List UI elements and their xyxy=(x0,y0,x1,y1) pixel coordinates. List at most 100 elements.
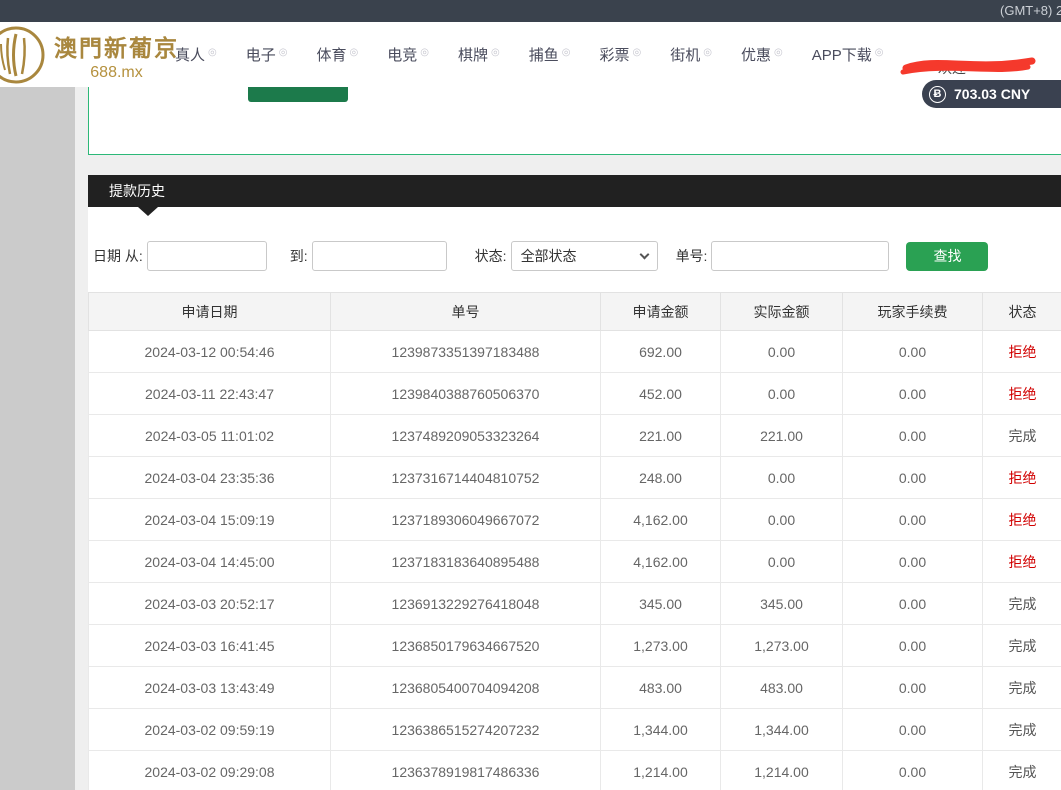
cell-apply-date: 2024-03-12 00:54:46 xyxy=(89,331,331,373)
cell-order-number: 1236378919817486336 xyxy=(331,751,601,790)
nav-item[interactable]: 捕鱼◎ xyxy=(529,44,571,65)
nav-badge-icon: ◎ xyxy=(633,47,642,58)
cell-apply-date: 2024-03-03 16:41:45 xyxy=(89,625,331,667)
nav-item[interactable]: 街机◎ xyxy=(670,44,712,65)
cell-apply-amount: 1,344.00 xyxy=(601,709,721,751)
column-header-apply-date: 申请日期 xyxy=(89,293,331,331)
filter-bar: 日期 从: 到: 状态: 全部状态 单号: 查找 xyxy=(93,241,988,271)
cell-player-fee: 0.00 xyxy=(843,667,983,709)
brand-name: 澳門新葡京 xyxy=(54,29,179,63)
cell-apply-date: 2024-03-02 09:29:08 xyxy=(89,751,331,790)
cell-apply-amount: 1,214.00 xyxy=(601,751,721,790)
cell-apply-amount: 692.00 xyxy=(601,331,721,373)
cell-player-fee: 0.00 xyxy=(843,709,983,751)
order-number-input[interactable] xyxy=(711,241,889,271)
cell-actual-amount: 0.00 xyxy=(721,373,843,415)
lotus-emblem-icon xyxy=(0,24,50,86)
wallet-balance[interactable]: Ƀ 703.03 CNY xyxy=(922,80,1061,108)
top-utility-bar: (GMT+8) 2 xyxy=(0,0,1061,22)
cell-apply-date: 2024-03-04 23:35:36 xyxy=(89,457,331,499)
nav-item[interactable]: APP下载◎ xyxy=(812,44,884,65)
chevron-down-icon xyxy=(639,250,649,260)
cell-order-number: 1236805400704094208 xyxy=(331,667,601,709)
cell-apply-amount: 4,162.00 xyxy=(601,541,721,583)
cell-player-fee: 0.00 xyxy=(843,751,983,790)
table-row: 2024-03-04 15:09:19 1237189306049667072 … xyxy=(89,499,1061,541)
cell-actual-amount: 0.00 xyxy=(721,331,843,373)
cell-status: 拒绝 xyxy=(983,457,1061,499)
cell-actual-amount: 0.00 xyxy=(721,499,843,541)
nav-item[interactable]: 电竞◎ xyxy=(387,44,429,65)
table-row: 2024-03-03 13:43:49 1236805400704094208 … xyxy=(89,667,1061,709)
table-row: 2024-03-02 09:59:19 1236386515274207232 … xyxy=(89,709,1061,751)
nav-item[interactable]: 棋牌◎ xyxy=(458,44,500,65)
nav-badge-icon: ◎ xyxy=(279,47,288,58)
nav-item[interactable]: 电子◎ xyxy=(246,44,288,65)
site-logo[interactable]: 澳門新葡京 688.mx xyxy=(0,24,179,86)
cell-player-fee: 0.00 xyxy=(843,499,983,541)
main-nav: 真人◎ 电子◎ 体育◎ 电竞◎ 棋牌◎ 捕鱼◎ 彩票◎ 街机◎ 优惠◎ APP下… xyxy=(175,22,884,87)
nav-item-label: 体育 xyxy=(317,47,347,64)
cell-order-number: 1239873351397183488 xyxy=(331,331,601,373)
cell-actual-amount: 483.00 xyxy=(721,667,843,709)
cell-player-fee: 0.00 xyxy=(843,331,983,373)
cell-status: 完成 xyxy=(983,751,1061,790)
date-to-input[interactable] xyxy=(312,241,447,271)
nav-badge-icon: ◎ xyxy=(562,47,571,58)
table-row: 2024-03-04 23:35:36 1237316714404810752 … xyxy=(89,457,1061,499)
table-row: 2024-03-02 09:29:08 1236378919817486336 … xyxy=(89,751,1061,790)
nav-item[interactable]: 彩票◎ xyxy=(600,44,642,65)
nav-badge-icon: ◎ xyxy=(208,47,217,58)
status-label: 状态: xyxy=(475,246,507,266)
column-header-order-number: 单号 xyxy=(331,293,601,331)
cell-apply-amount: 221.00 xyxy=(601,415,721,457)
cell-status: 拒绝 xyxy=(983,499,1061,541)
cell-actual-amount: 345.00 xyxy=(721,583,843,625)
cell-order-number: 1236850179634667520 xyxy=(331,625,601,667)
nav-item[interactable]: 真人◎ xyxy=(175,44,217,65)
cell-order-number: 1239840388760506370 xyxy=(331,373,601,415)
nav-item-label: 优惠 xyxy=(741,47,771,64)
cell-player-fee: 0.00 xyxy=(843,583,983,625)
cell-status: 拒绝 xyxy=(983,373,1061,415)
withdraw-history-panel: 日期 从: 到: 状态: 全部状态 单号: 查找 申请日期 单号 申请 xyxy=(88,207,1061,790)
cell-order-number: 1237489209053323264 xyxy=(331,415,601,457)
redaction-scribble xyxy=(898,52,1040,78)
nav-item-label: 彩票 xyxy=(600,47,630,64)
panel-title-bar: 提款历史 xyxy=(88,175,1061,207)
cell-player-fee: 0.00 xyxy=(843,457,983,499)
cell-order-number: 1237316714404810752 xyxy=(331,457,601,499)
balance-amount: 703.03 CNY xyxy=(954,86,1030,102)
cell-apply-date: 2024-03-03 13:43:49 xyxy=(89,667,331,709)
cell-actual-amount: 221.00 xyxy=(721,415,843,457)
table-row: 2024-03-05 11:01:02 1237489209053323264 … xyxy=(89,415,1061,457)
column-header-status: 状态 xyxy=(983,293,1061,331)
cell-actual-amount: 1,344.00 xyxy=(721,709,843,751)
nav-item[interactable]: 优惠◎ xyxy=(741,44,783,65)
cell-order-number: 1236913229276418048 xyxy=(331,583,601,625)
left-gutter xyxy=(0,87,75,790)
cell-apply-date: 2024-03-04 15:09:19 xyxy=(89,499,331,541)
cell-apply-amount: 1,273.00 xyxy=(601,625,721,667)
cell-status: 完成 xyxy=(983,709,1061,751)
status-select[interactable]: 全部状态 xyxy=(511,241,658,271)
brand-domain: 688.mx xyxy=(54,64,179,82)
cell-apply-date: 2024-03-03 20:52:17 xyxy=(89,583,331,625)
search-button[interactable]: 查找 xyxy=(906,242,988,271)
cell-status: 完成 xyxy=(983,625,1061,667)
nav-item[interactable]: 体育◎ xyxy=(317,44,359,65)
cell-apply-amount: 452.00 xyxy=(601,373,721,415)
cell-apply-amount: 345.00 xyxy=(601,583,721,625)
cell-status: 拒绝 xyxy=(983,541,1061,583)
nav-item-label: 电竞 xyxy=(387,47,417,64)
cell-player-fee: 0.00 xyxy=(843,625,983,667)
cell-player-fee: 0.00 xyxy=(843,373,983,415)
cell-player-fee: 0.00 xyxy=(843,415,983,457)
nav-badge-icon: ◎ xyxy=(703,47,712,58)
table-row: 2024-03-11 22:43:47 1239840388760506370 … xyxy=(89,373,1061,415)
nav-badge-icon: ◎ xyxy=(491,47,500,58)
nav-item-label: 真人 xyxy=(175,47,205,64)
nav-badge-icon: ◎ xyxy=(875,47,884,58)
withdraw-history-table: 申请日期 单号 申请金额 实际金额 玩家手续费 状态 2024-03-12 00… xyxy=(88,292,1061,790)
date-from-input[interactable] xyxy=(147,241,267,271)
